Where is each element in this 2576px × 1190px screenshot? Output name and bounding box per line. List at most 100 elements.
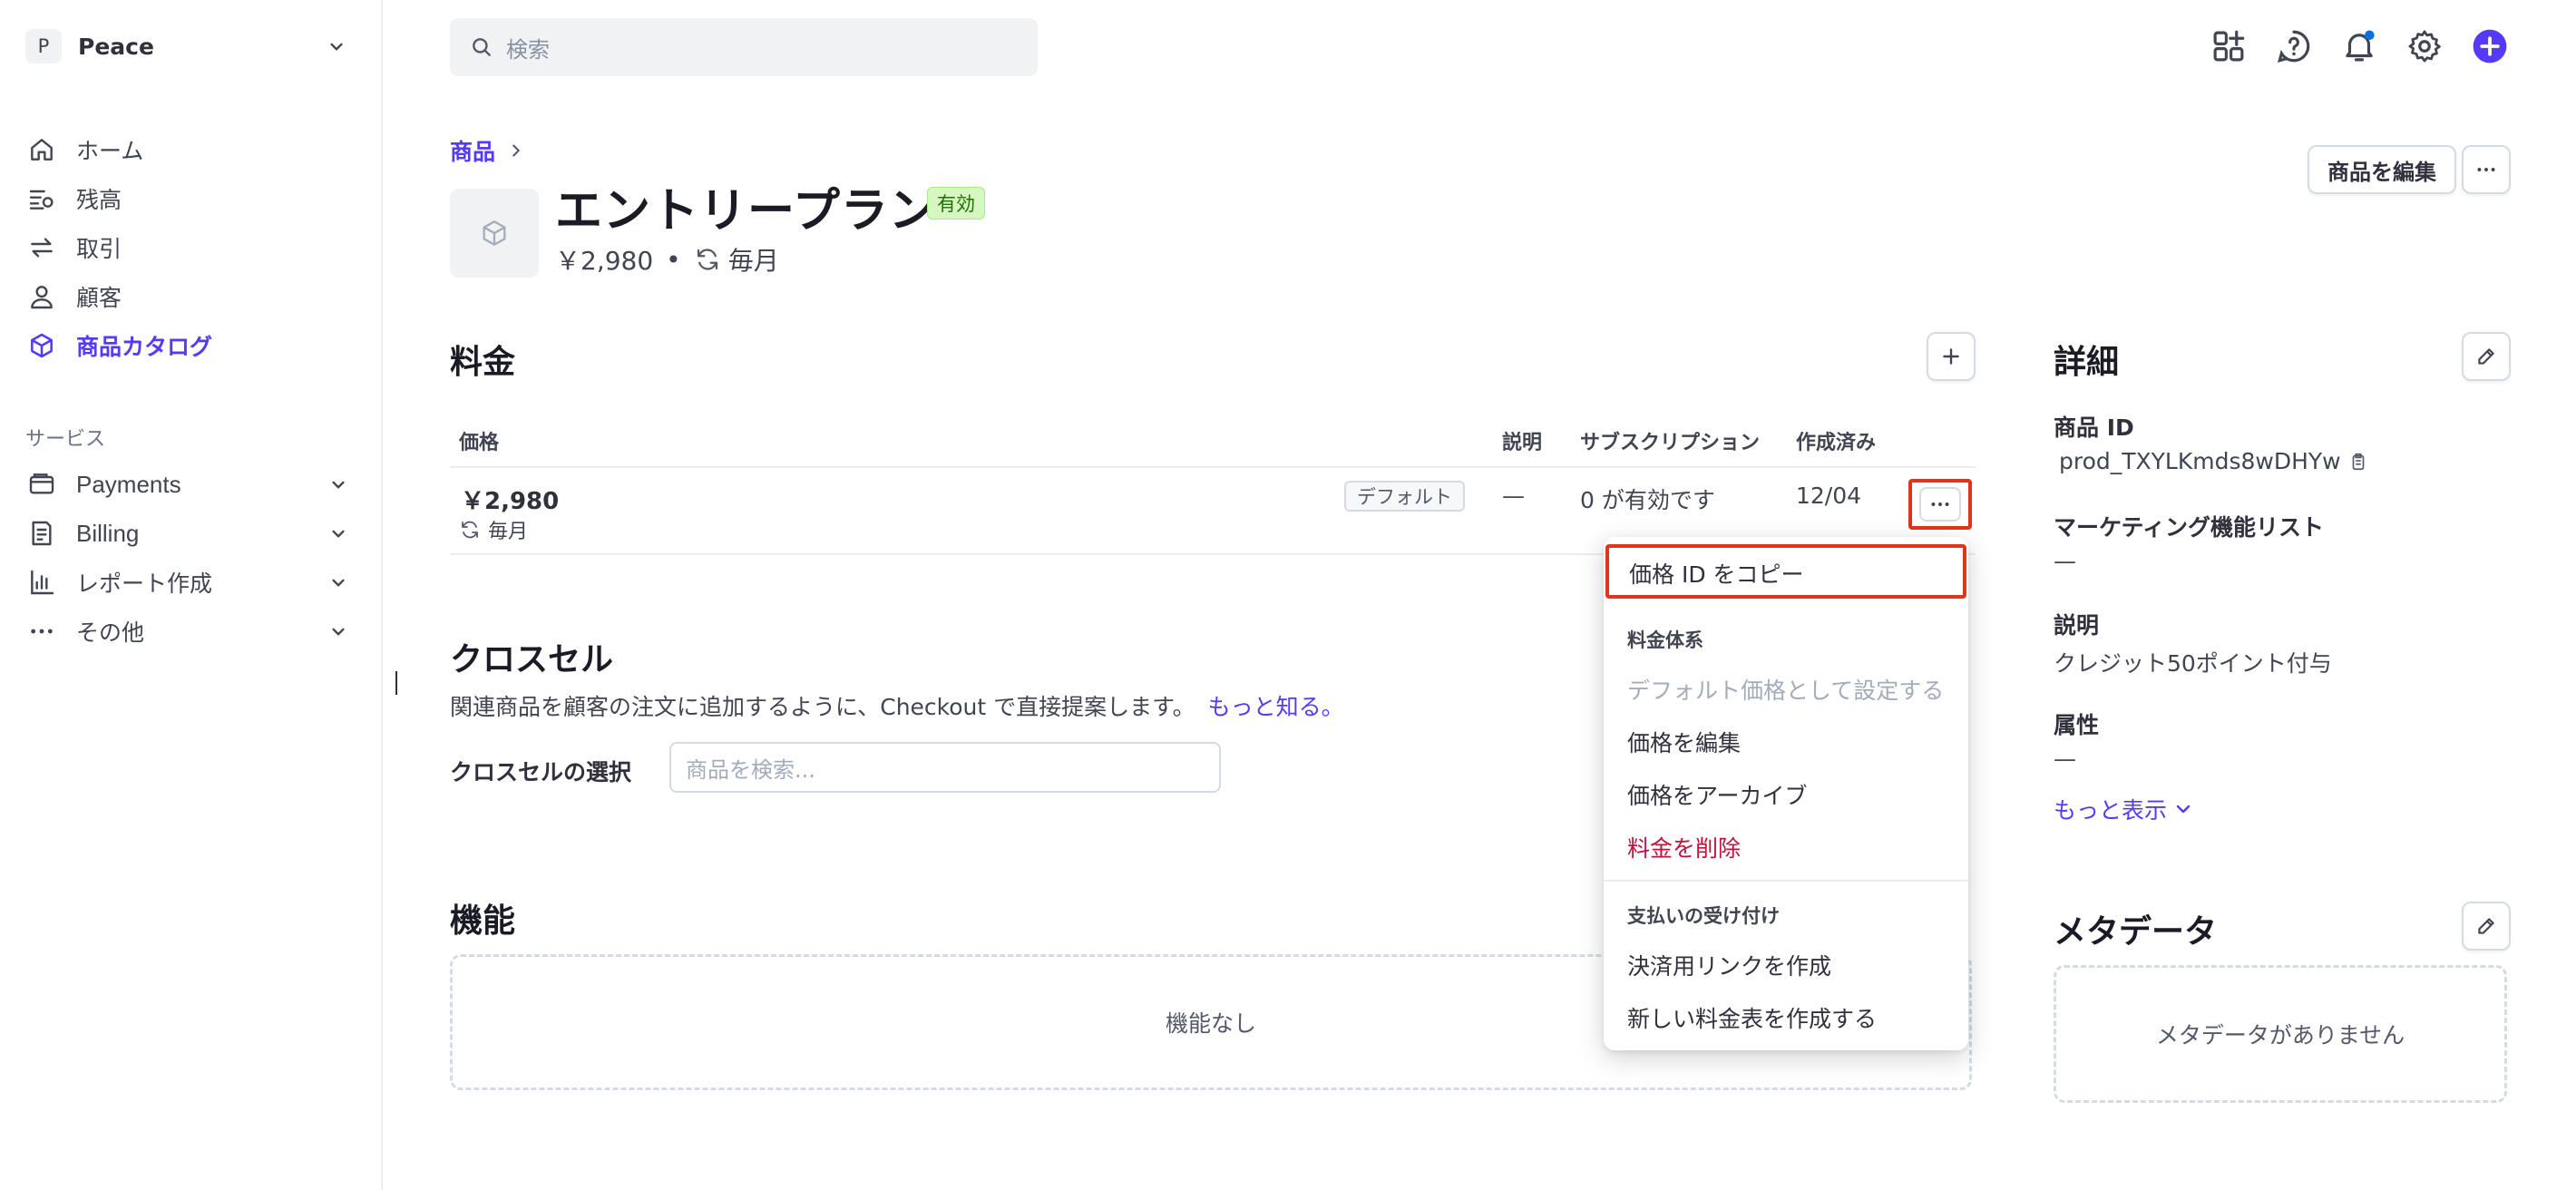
sidebar: P Peace ホーム 残高 取引 顧客 商品カタログ サービス Payment… (0, 0, 383, 1190)
account-switcher[interactable]: P Peace (25, 29, 348, 63)
sidebar-item-label: レポート作成 (76, 571, 213, 597)
metadata-empty-state: メタデータがありません (2054, 965, 2507, 1103)
sidebar-item-label: ホーム (76, 138, 144, 164)
show-more-label: もっと表示 (2054, 797, 2168, 824)
create-plus-icon[interactable] (2471, 27, 2509, 65)
edit-product-button[interactable]: 商品を編集 (2308, 145, 2456, 194)
edit-product-label: 商品を編集 (2327, 159, 2436, 185)
marketing-features-label: マーケティング機能リスト (2054, 514, 2325, 541)
column-header-created: 作成済み (1796, 432, 1877, 454)
copy-icon[interactable] (2348, 452, 2368, 472)
settings-icon[interactable] (2405, 27, 2444, 65)
more-dots-icon (1931, 502, 1949, 506)
product-box-icon (483, 220, 506, 246)
product-more-button[interactable] (2462, 145, 2511, 194)
notifications-icon[interactable] (2340, 27, 2378, 65)
chevron-down-icon (332, 628, 345, 636)
chevron-down-icon (2176, 805, 2191, 814)
price-actions-menu: 価格 ID をコピー 料金体系 デフォルト価格として設定する 価格を編集 価格を… (1604, 537, 1968, 1050)
balance-icon (29, 190, 54, 210)
menu-group-accept-payments: 支払いの受け付け (1627, 905, 1780, 927)
invoice-icon (32, 521, 52, 546)
sidebar-item-transactions[interactable]: 取引 (27, 228, 350, 268)
person-icon (31, 286, 53, 309)
menu-item-edit-price[interactable]: 価格を編集 (1627, 726, 1741, 758)
sidebar-item-label: 顧客 (76, 285, 122, 311)
sidebar-item-label: その他 (76, 619, 145, 646)
menu-item-set-default: デフォルト価格として設定する (1627, 678, 1945, 704)
bar-chart-icon (31, 570, 54, 595)
column-header-price: 価格 (459, 432, 500, 454)
search-input[interactable]: 検索 (450, 18, 1038, 76)
page-title: エントリープラン (555, 184, 937, 239)
cross-sell-description: 関連商品を顧客の注文に追加するように、Checkout で直接提案します。 もっと… (450, 689, 1344, 722)
separator-dot: • (666, 244, 681, 275)
sidebar-item-reports[interactable]: レポート作成 (27, 562, 350, 602)
menu-item-create-payment-link[interactable]: 決済用リンクを作成 (1627, 949, 1831, 981)
marketing-features-value: — (2054, 548, 2076, 574)
product-price: ￥2,980 (555, 246, 654, 276)
default-badge: デフォルト (1344, 481, 1465, 512)
product-id: prod_TXYLKmds8wDHYw (2059, 448, 2368, 474)
attributes-label: 属性 (2054, 712, 2100, 738)
price-interval-label: 毎月 (488, 521, 529, 543)
sidebar-item-payments[interactable]: Payments (27, 464, 350, 504)
learn-more-link[interactable]: もっと知る。 (1208, 694, 1344, 720)
text-cursor (395, 671, 397, 695)
menu-divider (1604, 880, 1968, 882)
sidebar-item-balances[interactable]: 残高 (27, 179, 350, 219)
breadcrumb[interactable]: 商品 (450, 134, 526, 167)
cross-sell-title: クロスセル (450, 641, 614, 678)
chevron-down-icon (332, 530, 345, 538)
breadcrumb-parent[interactable]: 商品 (450, 134, 495, 167)
price-row-more-inner[interactable] (1919, 487, 1961, 522)
chevron-down-icon (332, 579, 345, 587)
price-subscriptions: 0 が有効です (1580, 487, 1715, 513)
sidebar-item-label: Payments (76, 470, 181, 498)
sidebar-item-label: 取引 (76, 236, 122, 262)
pricing-title: 料金 (450, 344, 516, 381)
recurring-icon (462, 521, 478, 539)
recurring-icon (697, 249, 717, 270)
pencil-icon (2478, 918, 2494, 934)
sidebar-item-label: Billing (76, 519, 140, 547)
price-amount[interactable]: ￥2,980 (461, 483, 559, 516)
cross-sell-search-placeholder: 商品を検索... (686, 756, 815, 783)
details-title: 詳細 (2054, 344, 2120, 381)
product-id-value: prod_TXYLKmds8wDHYw (2059, 448, 2341, 474)
menu-item-archive-price[interactable]: 価格をアーカイブ (1627, 778, 1808, 811)
product-image-placeholder (450, 189, 539, 278)
show-more-link[interactable]: もっと表示 (2054, 793, 2194, 825)
sidebar-item-more[interactable]: その他 (27, 611, 350, 651)
status-badge: 有効 (927, 187, 985, 219)
cross-sell-product-search-input[interactable]: 商品を検索... (669, 742, 1221, 793)
features-empty-label: 機能なし (1165, 1010, 1256, 1037)
help-icon[interactable] (2275, 27, 2313, 65)
chevron-down-icon (330, 43, 343, 51)
price-row-more-button[interactable] (1908, 479, 1972, 530)
features-title: 機能 (450, 902, 516, 940)
sidebar-item-customers[interactable]: 顧客 (27, 277, 350, 317)
metadata-title: メタデータ (2054, 913, 2218, 951)
apps-add-icon[interactable] (2210, 27, 2248, 65)
sidebar-item-home[interactable]: ホーム (27, 130, 350, 170)
add-price-button[interactable] (1927, 332, 1976, 381)
menu-item-delete-price[interactable]: 料金を削除 (1627, 831, 1741, 863)
column-header-subscriptions: サブスクリプション (1580, 432, 1761, 454)
edit-details-button[interactable] (2462, 332, 2511, 381)
more-dots-icon (2477, 168, 2495, 171)
edit-metadata-button[interactable] (2462, 902, 2511, 951)
chevron-right-icon (512, 144, 520, 157)
table-divider (450, 466, 1976, 468)
sidebar-item-billing[interactable]: Billing (27, 513, 350, 553)
menu-item-create-pricing-table[interactable]: 新しい料金表を作成する (1627, 1001, 1877, 1034)
cross-sell-description-text: 関連商品を顧客の注文に追加するように、Checkout で直接提案します。 (450, 694, 1195, 720)
menu-item-copy-price-id[interactable]: 価格 ID をコピー (1605, 544, 1966, 599)
attributes-value: — (2054, 746, 2076, 772)
description-value: クレジット50ポイント付与 (2054, 650, 2332, 677)
product-interval: 毎月 (727, 246, 779, 276)
sidebar-item-product-catalog[interactable]: 商品カタログ (27, 326, 350, 366)
product-price-summary: ￥2,980 • 毎月 (555, 241, 779, 278)
metadata-empty-label: メタデータがありません (2155, 1022, 2405, 1049)
price-description: — (1502, 483, 1525, 509)
